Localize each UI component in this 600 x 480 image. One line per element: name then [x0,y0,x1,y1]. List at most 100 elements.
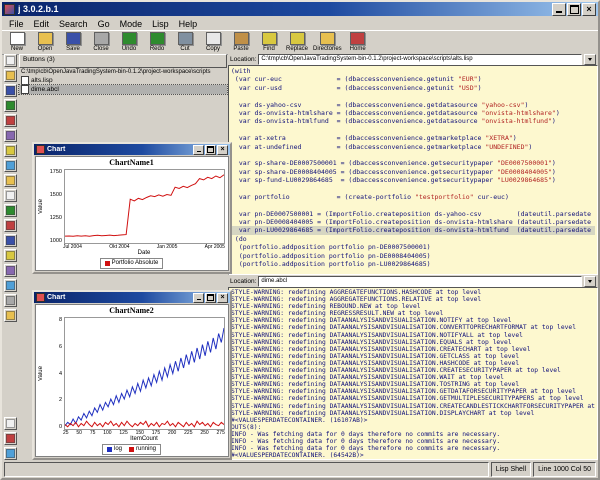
shell-line: STYLE-WARNING: redefining DATAANALYSISAN… [231,338,512,346]
file-item[interactable]: alts.lisp [19,76,227,85]
shell-line: STYLE-WARNING: redefining REBOUND.NEW at… [231,303,421,311]
rail-tool-button[interactable] [3,69,17,82]
chart2-legend: log running [101,443,162,455]
maximize-button[interactable] [205,144,216,155]
tool-icon-7 [5,146,15,155]
file-list-path: C:\tmp\cb\OpenJavaTradingSystem-bin-0.1.… [21,69,211,75]
toolbar-button[interactable]: Directories [312,32,343,52]
rail-tool-button[interactable] [3,144,17,157]
editor-line: var ds-onvista-htmlfund = (dbaccessconve… [231,117,556,126]
editor-line: (portfolio.addposition portfolio pn-DE00… [231,251,431,260]
y-tick-label: 4 [58,370,62,377]
rail-tool-button[interactable] [3,84,17,97]
menu-item[interactable]: Help [174,19,203,29]
chart-window-2[interactable]: Chart × ChartName2 Value 86420 25 50 75 100… [32,290,232,460]
lisp-shell-pane[interactable]: STYLE-WARNING: redefining AGGREGATEFUNCT… [228,287,598,460]
toolbar-button[interactable]: Open [32,32,58,52]
rail-tool-button[interactable] [3,174,17,187]
rail-tool-button[interactable] [3,279,17,292]
buttons-panel-header[interactable]: Buttons (3) [19,54,227,68]
menu-item[interactable]: Edit [29,19,55,29]
toolbar-button[interactable]: Undo [116,32,142,52]
chart-window-icon [36,293,45,302]
rail-tool-button[interactable] [3,54,17,67]
maximize-button[interactable] [567,2,581,16]
chart2-title-bar[interactable]: Chart × [34,292,230,303]
y-tick-label: 1250 [49,215,62,221]
toolbar-button[interactable]: Save [60,32,86,52]
tool-icon-18 [5,311,15,320]
menu-item[interactable]: Mode [115,19,148,29]
toolbar-button[interactable]: New [4,32,30,52]
shell-line: STYLE-WARNING: redefining DATAANALYSISAN… [231,402,595,410]
toolbar-button[interactable]: Paste [228,32,254,52]
rail-tool-button[interactable] [3,159,17,172]
shell-line: STYLE-WARNING: redefining DATAANALYSISAN… [231,367,561,375]
tool-icon-19 [5,419,15,428]
toolbar-button[interactable]: Close [88,32,114,52]
file-icon [21,85,29,94]
chart1-series-plot [65,170,224,243]
rail-tool-button[interactable] [3,264,17,277]
rail-tool-button[interactable] [3,294,17,307]
editor-location-input[interactable]: C:\tmp\cb\OpenJavaTradingSystem-bin-0.1.… [258,53,582,65]
close-button[interactable]: × [217,292,228,303]
rail-tool-button[interactable] [3,249,17,262]
rail-tool-button[interactable] [3,309,17,322]
title-bar[interactable]: j 3.0.2.b.1 × [2,2,598,16]
open-folder-icon [37,32,53,45]
shell-location-bar: Location: dime.abcl [228,275,598,287]
editor-pane[interactable]: (with (var cur-euc = (dbaccessconvenienc… [228,65,598,275]
legend-label: running [136,446,157,452]
chart2-y-axis-label: Value [38,366,44,381]
minimize-button[interactable] [552,2,566,16]
toolbar-button[interactable]: Home [345,32,371,52]
minimize-button[interactable] [193,144,204,155]
close-button[interactable]: × [217,144,228,155]
toolbar-button[interactable]: Replace [284,32,310,52]
close-button[interactable]: × [582,2,596,16]
rail-tool-button[interactable] [3,204,17,217]
chart2-window-title: Chart [47,294,66,301]
undo-icon [121,32,137,45]
menu-item[interactable]: File [4,19,29,29]
shell-line: STYLE-WARNING: redefining AGGREGATEFUNCT… [231,289,482,296]
rail-tool-button[interactable] [3,432,17,445]
rail-tool-button[interactable] [3,99,17,112]
toolbar-button[interactable]: Find [256,32,282,52]
maximize-button[interactable] [205,292,216,303]
chart1-legend: Portfolio Absolute [99,257,164,269]
toolbar-button[interactable]: Cut [172,32,198,52]
menu-item[interactable]: Lisp [147,19,174,29]
rail-tool-button[interactable] [3,417,17,430]
chart-window-1[interactable]: Chart × ChartName1 Value 1750 1500 1250 100… [32,142,232,274]
tool-icon-3 [5,86,15,95]
rail-tool-button[interactable] [3,447,17,460]
paste-icon [233,32,249,45]
location-dropdown-button[interactable] [584,275,596,287]
new-file-icon [9,32,25,45]
editor-line: var at-undefined = (dbaccessconvenience.… [231,142,533,151]
y-tick-label: 1000 [49,238,62,244]
cut-icon [177,32,193,45]
editor-line: (portfolio.addposition portfolio pn-DE00… [231,243,431,252]
rail-tool-button[interactable] [3,189,17,202]
chart1-title-bar[interactable]: Chart × [34,144,230,155]
rail-tool-button[interactable] [3,114,17,127]
toolbar-button[interactable]: Redo [144,32,170,52]
rail-tool-button[interactable] [3,129,17,142]
file-item[interactable]: dime.abcl [18,84,228,95]
editor-line: var at-xetra = (dbaccessconvenience.getm… [231,134,517,143]
menu-item[interactable]: Go [93,19,115,29]
location-dropdown-button[interactable] [584,53,596,65]
menu-item[interactable]: Search [54,19,93,29]
rail-tool-button[interactable] [3,234,17,247]
home-icon [350,32,366,45]
shell-location-input[interactable]: dime.abcl [258,275,582,287]
toolbar-button[interactable]: Copy [200,32,226,52]
chart1-y-ticks: 1750 1500 1250 1000 [46,169,64,244]
rail-tool-button[interactable] [3,219,17,232]
minimize-button[interactable] [193,292,204,303]
